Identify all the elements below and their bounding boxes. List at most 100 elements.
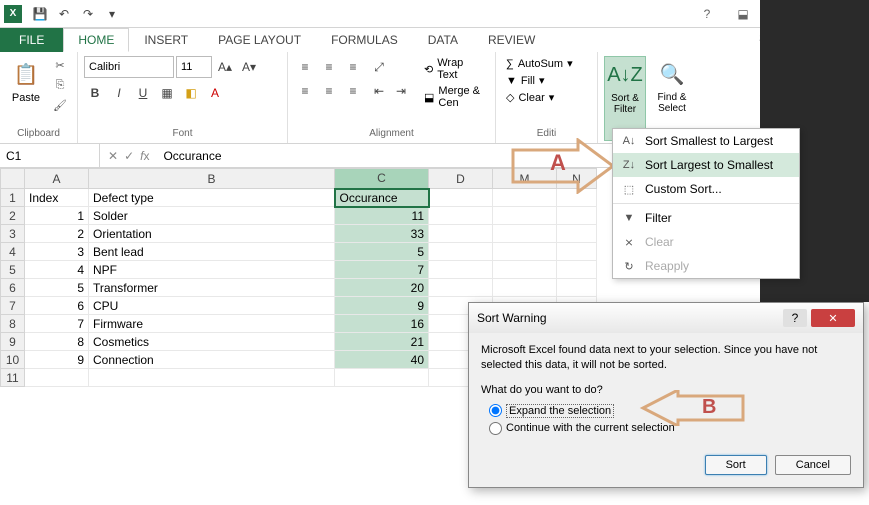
- fx-icon[interactable]: fx: [140, 149, 149, 163]
- row-header[interactable]: 6: [1, 279, 25, 297]
- cell[interactable]: 9: [25, 351, 89, 369]
- row-header[interactable]: 9: [1, 333, 25, 351]
- cell[interactable]: 33: [335, 225, 429, 243]
- decrease-font-icon[interactable]: A▾: [238, 56, 260, 78]
- row-header[interactable]: 4: [1, 243, 25, 261]
- tab-home[interactable]: HOME: [63, 28, 129, 52]
- format-painter-icon[interactable]: 🖌: [50, 96, 70, 114]
- col-header-a[interactable]: A: [25, 169, 89, 189]
- align-middle-icon[interactable]: ≡: [318, 56, 340, 78]
- cut-icon[interactable]: ✂: [50, 56, 70, 74]
- cell[interactable]: 21: [335, 333, 429, 351]
- cell[interactable]: [557, 279, 597, 297]
- enter-formula-icon[interactable]: ✓: [124, 149, 134, 163]
- cell[interactable]: Defect type: [89, 189, 335, 207]
- cell[interactable]: [493, 207, 557, 225]
- cell[interactable]: [25, 369, 89, 387]
- cell[interactable]: 2: [25, 225, 89, 243]
- cell[interactable]: [429, 207, 493, 225]
- cell[interactable]: [557, 261, 597, 279]
- copy-icon[interactable]: ⎘: [50, 76, 70, 94]
- tab-formulas[interactable]: FORMULAS: [316, 28, 413, 52]
- font-size-select[interactable]: 11: [176, 56, 212, 78]
- save-icon[interactable]: 💾: [28, 2, 52, 26]
- increase-font-icon[interactable]: A▴: [214, 56, 236, 78]
- orientation-icon[interactable]: ⤢: [368, 56, 390, 78]
- font-name-select[interactable]: Calibri: [84, 56, 174, 78]
- underline-button[interactable]: U: [132, 82, 154, 104]
- cell[interactable]: 4: [25, 261, 89, 279]
- row-header[interactable]: 3: [1, 225, 25, 243]
- cancel-formula-icon[interactable]: ✕: [108, 149, 118, 163]
- cell[interactable]: 7: [335, 261, 429, 279]
- cell[interactable]: 3: [25, 243, 89, 261]
- radio-expand-input[interactable]: [489, 404, 502, 417]
- cell[interactable]: CPU: [89, 297, 335, 315]
- align-right-icon[interactable]: ≡: [342, 80, 364, 102]
- cell[interactable]: Solder: [89, 207, 335, 225]
- row-header[interactable]: 2: [1, 207, 25, 225]
- cell[interactable]: Connection: [89, 351, 335, 369]
- cell[interactable]: 7: [25, 315, 89, 333]
- cell[interactable]: [429, 243, 493, 261]
- menu-custom-sort[interactable]: ⬚Custom Sort...: [613, 177, 799, 201]
- increase-indent-icon[interactable]: ⇥: [390, 80, 412, 102]
- cell[interactable]: [429, 189, 493, 207]
- col-header-c[interactable]: C: [335, 169, 429, 189]
- cell[interactable]: 8: [25, 333, 89, 351]
- cell[interactable]: [429, 261, 493, 279]
- ribbon-options-icon[interactable]: ⬓: [729, 3, 757, 25]
- cell[interactable]: [557, 243, 597, 261]
- cell[interactable]: 40: [335, 351, 429, 369]
- redo-icon[interactable]: ↷: [76, 2, 100, 26]
- dialog-close-icon[interactable]: ✕: [811, 309, 855, 327]
- menu-sort-largest-smallest[interactable]: Z↓Sort Largest to Smallest: [613, 153, 799, 177]
- cell[interactable]: [493, 261, 557, 279]
- cell[interactable]: Firmware: [89, 315, 335, 333]
- fill-button[interactable]: ▼Fill▾: [502, 73, 591, 88]
- qat-dropdown-icon[interactable]: ▾: [100, 2, 124, 26]
- clear-button[interactable]: ◇Clear▾: [502, 90, 591, 105]
- align-center-icon[interactable]: ≡: [318, 80, 340, 102]
- cell[interactable]: [493, 225, 557, 243]
- tab-insert[interactable]: INSERT: [129, 28, 203, 52]
- border-button[interactable]: ▦: [156, 82, 178, 104]
- radio-continue-input[interactable]: [489, 422, 502, 435]
- decrease-indent-icon[interactable]: ⇤: [368, 80, 390, 102]
- align-left-icon[interactable]: ≡: [294, 80, 316, 102]
- cell[interactable]: Transformer: [89, 279, 335, 297]
- row-header[interactable]: 11: [1, 369, 25, 387]
- menu-sort-smallest-largest[interactable]: A↓Sort Smallest to Largest: [613, 129, 799, 153]
- undo-icon[interactable]: ↶: [52, 2, 76, 26]
- select-all-corner[interactable]: [1, 169, 25, 189]
- cell[interactable]: [429, 279, 493, 297]
- cell[interactable]: 1: [25, 207, 89, 225]
- cell[interactable]: 9: [335, 297, 429, 315]
- cell[interactable]: 5: [335, 243, 429, 261]
- cell[interactable]: Cosmetics: [89, 333, 335, 351]
- cell[interactable]: 6: [25, 297, 89, 315]
- cell[interactable]: Index: [25, 189, 89, 207]
- tab-page-layout[interactable]: PAGE LAYOUT: [203, 28, 316, 52]
- italic-button[interactable]: I: [108, 82, 130, 104]
- row-header[interactable]: 10: [1, 351, 25, 369]
- row-header[interactable]: 1: [1, 189, 25, 207]
- col-header-d[interactable]: D: [429, 169, 493, 189]
- col-header-b[interactable]: B: [89, 169, 335, 189]
- dialog-help-icon[interactable]: ?: [783, 309, 807, 327]
- cell[interactable]: [557, 225, 597, 243]
- help-icon[interactable]: ?: [693, 3, 721, 25]
- cell[interactable]: [89, 369, 335, 387]
- cell[interactable]: 11: [335, 207, 429, 225]
- cell[interactable]: NPF: [89, 261, 335, 279]
- font-color-button[interactable]: A: [204, 82, 226, 104]
- name-box[interactable]: C1: [0, 144, 100, 167]
- autosum-button[interactable]: ∑AutoSum▾: [502, 56, 591, 71]
- tab-review[interactable]: REVIEW: [473, 28, 550, 52]
- cell[interactable]: [493, 279, 557, 297]
- cell[interactable]: 16: [335, 315, 429, 333]
- menu-filter[interactable]: ▼Filter: [613, 206, 799, 230]
- row-header[interactable]: 8: [1, 315, 25, 333]
- row-header[interactable]: 5: [1, 261, 25, 279]
- cell[interactable]: 20: [335, 279, 429, 297]
